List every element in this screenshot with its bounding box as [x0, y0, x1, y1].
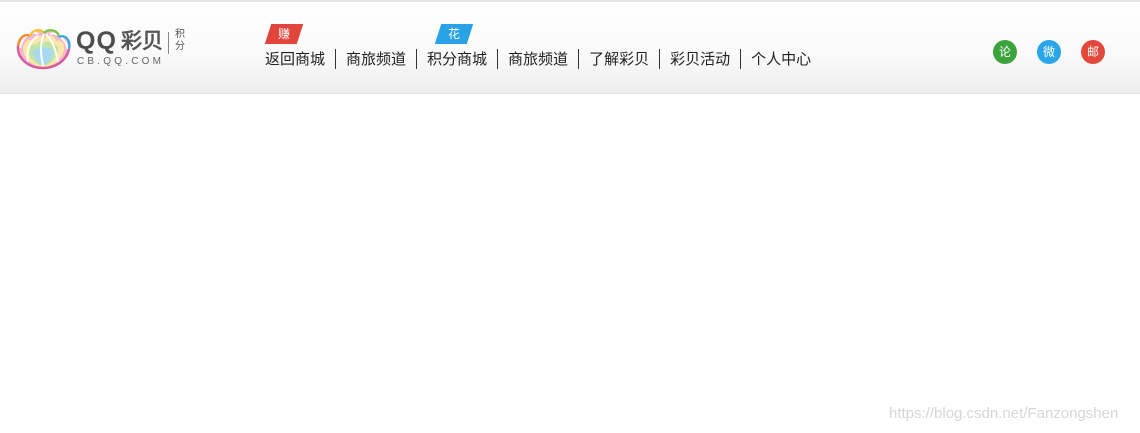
- nav-item-personal-center[interactable]: 个人中心: [740, 49, 821, 69]
- logo-brand-text: QQ: [76, 27, 117, 55]
- logo-suffix-line2: 分: [175, 41, 185, 52]
- logo-domain-text: CB.QQ.COM: [77, 56, 165, 67]
- main-nav: 返回商城 商旅频道 积分商城 商旅频道 了解彩贝 彩贝活动 个人中心: [264, 48, 821, 70]
- logo-divider: [168, 32, 169, 54]
- social-icons: 论 微 邮: [993, 40, 1125, 64]
- logo-suffix: 积 分: [173, 29, 187, 53]
- shell-logo-icon: [16, 28, 71, 70]
- nav-item-travel-channel[interactable]: 商旅频道: [335, 49, 416, 69]
- logo-suffix-line1: 积: [175, 29, 185, 40]
- forum-icon[interactable]: 论: [993, 40, 1017, 64]
- qq-caibei-logo[interactable]: QQ 彩贝 积 分 CB.QQ.COM: [14, 24, 194, 76]
- earn-badge: 赚: [268, 24, 300, 44]
- spend-badge-label: 花: [447, 27, 460, 41]
- logo-name-text: 彩贝: [121, 29, 163, 53]
- nav-item-caibei-events[interactable]: 彩贝活动: [659, 49, 740, 69]
- weibo-icon[interactable]: 微: [1037, 40, 1061, 64]
- mail-icon[interactable]: 邮: [1081, 40, 1105, 64]
- spend-badge: 花: [438, 24, 470, 44]
- nav-item-about-caibei[interactable]: 了解彩贝: [578, 49, 659, 69]
- watermark: https://blog.csdn.net/Fanzongshen: [889, 405, 1119, 422]
- earn-badge-label: 赚: [277, 27, 290, 41]
- nav-item-points-mall[interactable]: 积分商城: [416, 49, 497, 69]
- nav-item-travel-channel-2[interactable]: 商旅频道: [497, 49, 578, 69]
- nav-item-back-to-mall[interactable]: 返回商城: [264, 49, 335, 69]
- site-header: QQ 彩贝 积 分 CB.QQ.COM 赚 花 返回商城 商旅频道 积分商城 商…: [0, 2, 1140, 94]
